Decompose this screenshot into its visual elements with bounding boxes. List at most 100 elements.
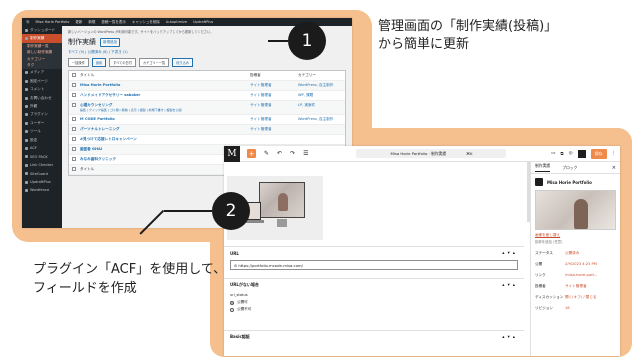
sidebar-item[interactable]: ACF (22, 144, 62, 152)
menu-icon (25, 88, 28, 92)
sidebar-item[interactable]: 制作実績 (22, 34, 62, 43)
category-filter-select[interactable]: カテゴリー一覧 (138, 58, 170, 67)
admin-bar-item[interactable]: Autoptimize (166, 20, 187, 24)
featured-image[interactable] (535, 190, 616, 230)
sidebar-item[interactable]: ツール (22, 128, 62, 136)
undo-icon[interactable]: ↶ (277, 150, 282, 157)
collapse-arrows-icon[interactable]: ▴▾▴ (502, 335, 518, 340)
sidebar-item[interactable]: メディア (22, 69, 62, 77)
document-title-bar[interactable]: Misa Horie Portfolio · 制作実績 ⌘K (356, 149, 507, 158)
sidebar-item[interactable]: SiteGuard (22, 169, 62, 177)
radio-button[interactable] (230, 307, 234, 312)
sidebar-item[interactable]: Link Checker (22, 161, 62, 169)
post-category[interactable]: WordPress, 自主制作 (298, 83, 342, 88)
sidebar-item[interactable]: ユーザー (22, 119, 62, 127)
wp-logo-icon[interactable]: Ⓦ (26, 20, 30, 25)
post-category[interactable]: WordPress, 自主制作 (298, 117, 342, 122)
setting-value[interactable]: サイト管理者 (565, 284, 616, 289)
post-author[interactable]: サイト管理者 (250, 93, 298, 98)
sidebar-item[interactable]: UpdraftPlus (22, 178, 62, 186)
row-checkbox[interactable] (72, 93, 76, 97)
filter-button[interactable]: 絞り込み (172, 58, 193, 67)
post-title-link[interactable]: 心理カウンセリング 編集 | クイック編集 | ゴミ箱へ移動 | 表示 | 複製 … (80, 103, 250, 112)
post-author[interactable]: サイト管理者 (250, 117, 298, 122)
post-author[interactable]: サイト管理者 (250, 103, 298, 108)
admin-bar-item[interactable]: 投稿一覧を表示 (101, 20, 126, 25)
radio-label: 公開不可 (237, 307, 252, 311)
post-author[interactable]: サイト管理者 (250, 83, 298, 88)
post-title-link[interactable]: M CODE Portfolio (80, 117, 250, 121)
post-title-link[interactable]: #見つけて応援レトロキャンペーン (80, 137, 250, 142)
redo-icon[interactable]: ↷ (290, 150, 295, 157)
tab-block[interactable]: ブロック (562, 165, 577, 171)
replace-image-link[interactable]: 画像を差し替え (531, 230, 620, 239)
sidebar-item[interactable]: 設定 (22, 136, 62, 144)
admin-bar-item[interactable]: 新規 (88, 20, 95, 25)
row-checkbox[interactable] (72, 157, 76, 161)
select-all-checkbox[interactable] (72, 167, 76, 171)
setting-value[interactable]: /misa-horie-port... (565, 273, 616, 278)
date-filter-select[interactable]: すべての日付 (109, 58, 136, 67)
column-title[interactable]: タイトル (80, 73, 250, 78)
excerpt-link[interactable]: 抜粋を追加 (任意) (531, 239, 620, 248)
setting-value[interactable]: 公開済み (565, 251, 616, 256)
post-title-link[interactable]: パーソナルトレーニング (80, 127, 250, 132)
annotation-2-line1: プラグイン「ACF」を使用して、 (33, 262, 227, 277)
bulk-action-select[interactable]: 一括操作 (68, 58, 89, 67)
sidebar-item-label: カテゴリー (27, 56, 45, 61)
row-checkbox[interactable] (72, 147, 76, 151)
apply-button[interactable]: 適用 (91, 58, 107, 67)
close-icon[interactable]: × (612, 165, 616, 171)
settings-icon[interactable] (577, 149, 586, 158)
sidebar-item[interactable]: お問い合わせ (22, 94, 62, 102)
row-checkbox[interactable] (72, 117, 76, 121)
more-options-icon[interactable]: ⋮ (612, 151, 617, 156)
sidebar-item-label: SEO PACK (30, 154, 48, 159)
view-icon[interactable]: ▭ (551, 151, 555, 156)
admin-bar-item[interactable]: UpdraftPlus (193, 20, 213, 24)
sidebar-item[interactable]: 固定ページ (22, 77, 62, 85)
add-block-button[interactable]: + (247, 149, 256, 158)
row-checkbox[interactable] (72, 137, 76, 141)
page-title: 制作実績 (68, 38, 96, 46)
admin-bar-item[interactable]: キャッシュを削除 (132, 20, 160, 25)
setting-value[interactable]: 16 (565, 306, 616, 311)
radio-label: 公開可 (237, 300, 248, 304)
admin-bar-item[interactable]: 更新 (75, 20, 82, 25)
post-title-link[interactable]: ハンドメイドアクセサリー saboker (80, 93, 250, 98)
column-category: カテゴリー (298, 73, 316, 77)
list-view-icon[interactable]: ☰ (303, 150, 308, 157)
post-title-link[interactable]: Misa Horie Portfolio (80, 83, 250, 87)
sidebar-item[interactable]: 外観 (22, 102, 62, 110)
save-button[interactable]: 保存 (590, 148, 607, 159)
row-actions[interactable]: 編集 | クイック編集 | ゴミ箱へ移動 | 表示 | 複製 | 新規下書き |… (80, 108, 250, 112)
row-checkbox[interactable] (72, 103, 76, 107)
post-category[interactable]: LP, 実案件 (298, 103, 342, 108)
post-author[interactable]: サイト管理者 (250, 127, 298, 132)
radio-button[interactable] (230, 300, 234, 305)
add-new-button[interactable]: 新規追加 (100, 37, 120, 47)
radio-private[interactable]: 公開不可 (224, 306, 524, 313)
sidebar-item[interactable]: Wordfence (22, 186, 62, 194)
sidebar-item[interactable]: コメント (22, 86, 62, 94)
tab-post[interactable]: 制作実績 (535, 163, 551, 172)
row-checkbox[interactable] (72, 127, 76, 131)
radio-public[interactable]: 公開可 (224, 299, 524, 306)
seo-icon[interactable]: ◎ (569, 151, 573, 156)
sidebar-item[interactable]: SEO PACK (22, 153, 62, 161)
tools-icon[interactable]: ✎ (264, 150, 269, 157)
preview-icon[interactable]: ⧉ (560, 151, 563, 157)
post-category[interactable]: WP, 課題 (298, 93, 342, 98)
table-row: #見つけて応援レトロキャンペーン (69, 135, 345, 145)
select-all-checkbox[interactable] (72, 73, 76, 77)
setting-value[interactable]: 2/9/2023 4:25 PM (565, 262, 616, 267)
collapse-arrows-icon[interactable]: ▴▾▴ (502, 283, 518, 288)
admin-bar-item[interactable]: Misa Horie Portfolio (36, 20, 70, 24)
url-input[interactable]: ⊘ https://portfolio.mcode-misa.com/ (230, 260, 518, 270)
sidebar-item[interactable]: ダッシュボード (22, 26, 62, 34)
setting-value[interactable]: 開く(オフ) / 閉じる (565, 295, 616, 300)
row-checkbox[interactable] (72, 83, 76, 87)
collapse-arrows-icon[interactable]: ▴▾▴ (502, 251, 518, 256)
site-logo[interactable]: M (224, 146, 240, 162)
sidebar-item[interactable]: プラグイン (22, 111, 62, 119)
